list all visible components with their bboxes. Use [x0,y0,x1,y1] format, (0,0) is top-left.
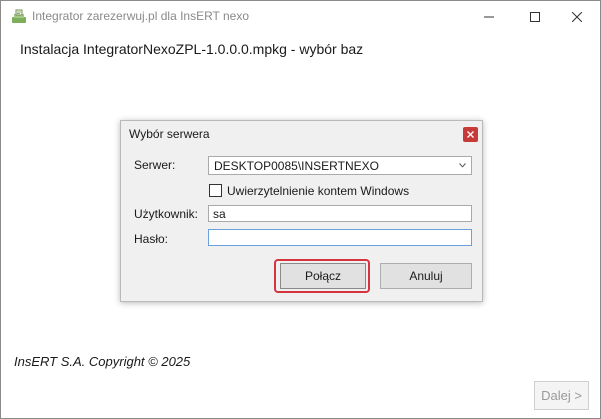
chevron-down-icon [459,163,466,168]
close-icon [572,11,582,22]
connect-button[interactable]: Połącz [280,263,366,289]
next-button[interactable]: Dalej > [534,381,589,410]
installer-window: Integrator zarezerwuj.pl dla InsERT nexo… [0,0,601,419]
server-selection-dialog: Wybór serwera Serwer: DESKTOP0085\INSERT… [120,120,483,302]
password-label: Hasło: [134,232,169,246]
window-title: Integrator zarezerwuj.pl dla InsERT nexo [32,9,250,23]
user-input-value: sa [213,207,226,221]
user-label: Użytkownik: [134,207,199,221]
server-select[interactable]: DESKTOP0085\INSERTNEXO [208,156,472,175]
maximize-icon [530,11,540,22]
windows-auth-label[interactable]: Uwierzytelnienie kontem Windows [227,184,409,198]
dialog-title: Wybór serwera [129,127,210,141]
cancel-button[interactable]: Anuluj [380,263,472,289]
dialog-close-button[interactable] [463,127,478,142]
app-icon [12,9,26,23]
server-select-value: DESKTOP0085\INSERTNEXO [214,159,379,173]
page-heading: Instalacja IntegratorNexoZPL-1.0.0.0.mpk… [20,41,364,57]
dialog-title-bar[interactable]: Wybór serwera [121,121,482,147]
server-label: Serwer: [134,158,176,172]
user-input[interactable]: sa [208,205,472,222]
minimize-button[interactable] [466,1,512,32]
password-input[interactable] [208,229,472,246]
minimize-icon [484,16,494,17]
maximize-button[interactable] [512,1,558,32]
windows-auth-checkbox[interactable] [209,184,222,197]
copyright-text: InsERT S.A. Copyright © 2025 [14,354,191,369]
close-button[interactable] [554,1,600,32]
close-icon [467,131,474,138]
title-bar[interactable]: Integrator zarezerwuj.pl dla InsERT nexo [1,1,600,32]
